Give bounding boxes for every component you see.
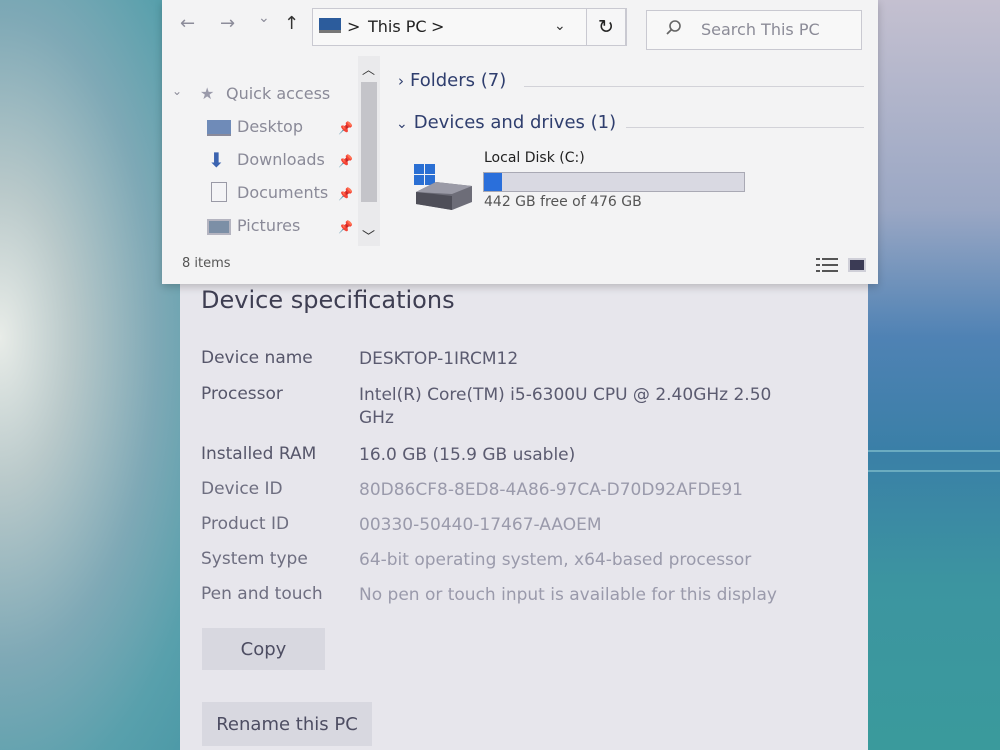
spec-label: Device name [201,348,313,368]
rename-pc-button[interactable]: Rename this PC [202,702,372,746]
group-header-folders[interactable]: › Folders (7) [398,70,506,91]
drive-name[interactable]: Local Disk (C:) [484,150,585,166]
scroll-down-chevron-icon[interactable]: ﹀ [362,226,375,245]
nav-item-documents[interactable]: Documents [237,183,328,202]
group-label: Folders (7) [410,70,507,91]
pictures-icon [207,219,231,235]
breadcrumb-this-pc[interactable]: This PC [368,17,427,36]
spec-label: Processor [201,384,283,404]
group-divider [626,127,864,128]
spec-label: System type [201,549,308,569]
expanded-chevron-icon[interactable]: ⌄ [396,116,408,132]
spec-value[interactable]: 16.0 GB (15.9 GB usable) [359,444,789,467]
nav-item-quick-access[interactable]: Quick access [226,84,330,103]
nav-item-pictures[interactable]: Pictures [237,216,300,235]
group-divider [524,86,864,87]
spec-label: Product ID [201,514,290,534]
desktop-wallpaper-streak [860,470,1000,472]
scroll-up-chevron-icon[interactable]: ︿ [362,59,375,78]
collapsed-chevron-icon[interactable]: › [398,72,404,90]
drive-usage-bar [483,172,745,192]
drive-free-space: 442 GB free of 476 GB [484,194,642,210]
address-bar[interactable]: > This PC > ⌄ [312,8,627,46]
group-header-devices[interactable]: ⌄ Devices and drives (1) [396,112,616,133]
status-item-count: 8 items [182,256,231,271]
nav-item-desktop[interactable]: Desktop [237,117,303,136]
spec-value[interactable]: 64-bit operating system, x64-based proce… [359,549,789,572]
drive-usage-fill [484,173,503,191]
spec-label: Device ID [201,479,283,499]
spec-label: Pen and touch [201,584,323,604]
search-icon [665,19,682,41]
spec-label: Installed RAM [201,444,317,464]
quick-access-star-icon: ★ [200,84,215,103]
search-box[interactable]: Search This PC [646,10,862,50]
settings-about-panel: Device specifications Device name DESKTO… [180,270,868,750]
local-disk-icon[interactable] [412,160,476,214]
pin-icon[interactable]: 📌 [338,121,353,135]
file-explorer-window: ← → ⌄ ↑ > This PC > ⌄ ↻ Search This PC ⌄… [162,0,878,284]
scroll-thumb[interactable] [361,82,377,202]
nav-item-downloads[interactable]: Downloads [237,150,325,169]
copy-button[interactable]: Copy [202,628,325,670]
refresh-button[interactable]: ↻ [586,8,626,46]
forward-arrow-icon[interactable]: → [220,13,235,34]
large-icons-view-icon[interactable] [848,258,866,272]
recent-locations-chevron-icon[interactable]: ⌄ [258,10,270,26]
spec-value[interactable]: DESKTOP-1IRCM12 [359,348,789,371]
back-arrow-icon[interactable]: ← [180,13,195,34]
desktop-wallpaper-streak [860,450,1000,452]
pin-icon[interactable]: 📌 [338,220,353,234]
desktop-icon [207,120,231,136]
details-view-icon[interactable] [816,256,838,274]
breadcrumb-separator[interactable]: > [431,17,444,36]
expand-chevron-icon[interactable]: ⌄ [172,84,182,98]
address-dropdown-chevron-icon[interactable]: ⌄ [554,18,566,34]
group-label: Devices and drives (1) [413,112,617,133]
this-pc-icon [319,18,341,33]
pin-icon[interactable]: 📌 [338,154,353,168]
up-arrow-icon[interactable]: ↑ [284,13,299,34]
navigation-pane: ⌄ ★ Quick access Desktop 📌 ⬇ Downloads 📌… [162,56,382,246]
pin-icon[interactable]: 📌 [338,187,353,201]
spec-value[interactable]: 00330-50440-17467-AAOEM [359,514,789,537]
navigation-scrollbar[interactable]: ︿ ﹀ [358,56,380,246]
page-title: Device specifications [201,286,455,314]
spec-value[interactable]: No pen or touch input is available for t… [359,584,789,607]
desktop-background-right [860,0,1000,750]
breadcrumb-separator: > [347,17,361,36]
spec-value[interactable]: 80D86CF8-8ED8-4A86-97CA-D70D92AFDE91 [359,479,789,502]
documents-icon [211,182,227,202]
search-placeholder: Search This PC [701,20,820,39]
spec-value[interactable]: Intel(R) Core(TM) i5-6300U CPU @ 2.40GHz… [359,384,789,430]
downloads-icon: ⬇ [208,148,225,172]
